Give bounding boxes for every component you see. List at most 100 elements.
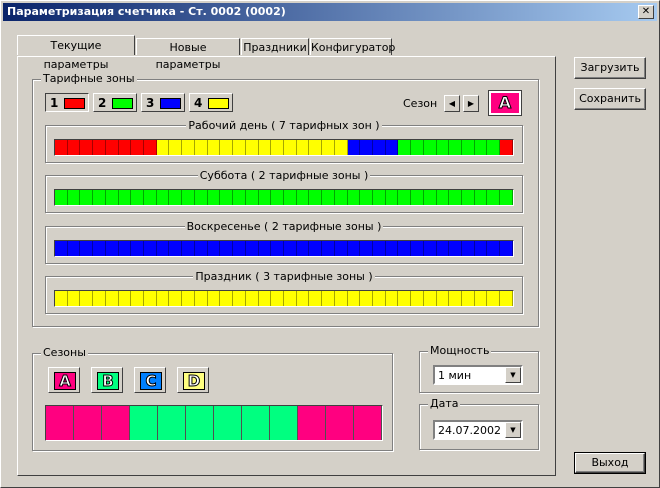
zone-cell[interactable] (80, 140, 94, 155)
zone-cell[interactable] (271, 190, 284, 205)
workday-zone-strip[interactable] (54, 139, 514, 156)
tab-configurator[interactable]: Конфигуратор (310, 38, 395, 55)
zone-cell[interactable] (296, 291, 310, 306)
season-a-button[interactable]: A (48, 367, 80, 393)
zone-cell[interactable] (194, 241, 208, 256)
zone-cell[interactable] (182, 241, 195, 256)
zone-cell[interactable] (474, 241, 488, 256)
season-month-strip[interactable] (45, 405, 383, 441)
zone-cell[interactable] (462, 291, 475, 306)
zone-cell[interactable] (411, 241, 424, 256)
season-prev-button[interactable]: ◀ (444, 95, 460, 112)
season-next-button[interactable]: ▶ (463, 95, 479, 112)
zone-cell[interactable] (423, 190, 437, 205)
zone-cell[interactable] (258, 140, 272, 155)
zone-cell[interactable] (423, 241, 437, 256)
zone-cell[interactable] (67, 190, 81, 205)
zone-cell[interactable] (411, 140, 424, 155)
month-cell[interactable] (214, 406, 242, 440)
zone-cell[interactable] (309, 291, 323, 306)
zone-cell[interactable] (372, 241, 386, 256)
zone-cell[interactable] (118, 291, 132, 306)
zone-cell[interactable] (207, 140, 221, 155)
zone-cell[interactable] (500, 140, 513, 155)
zone-cell[interactable] (207, 291, 221, 306)
zone-cell[interactable] (194, 140, 208, 155)
zone-cell[interactable] (105, 241, 119, 256)
zone-cell[interactable] (233, 241, 246, 256)
month-cell[interactable] (186, 406, 214, 440)
zone-cell[interactable] (156, 241, 170, 256)
zone-cell[interactable] (156, 190, 170, 205)
zone-cell[interactable] (194, 190, 208, 205)
month-cell[interactable] (270, 406, 298, 440)
zone-cell[interactable] (398, 241, 412, 256)
zone-cell[interactable] (245, 241, 259, 256)
tab-new-params[interactable]: Новые параметры (136, 38, 240, 71)
zone-cell[interactable] (474, 140, 488, 155)
zone-cell[interactable] (334, 190, 348, 205)
zone-cell[interactable] (500, 291, 513, 306)
zone-cell[interactable] (169, 291, 183, 306)
zone-4-button[interactable]: 4 (189, 93, 233, 112)
zone-cell[interactable] (449, 140, 462, 155)
zone-cell[interactable] (360, 291, 373, 306)
zone-cell[interactable] (360, 190, 373, 205)
month-cell[interactable] (158, 406, 186, 440)
zone-cell[interactable] (258, 241, 272, 256)
close-button[interactable]: ✕ (638, 5, 654, 19)
zone-cell[interactable] (233, 140, 246, 155)
zone-cell[interactable] (462, 241, 475, 256)
zone-cell[interactable] (296, 140, 310, 155)
zone-cell[interactable] (271, 291, 284, 306)
zone-cell[interactable] (245, 140, 259, 155)
tab-holidays[interactable]: Праздники (241, 38, 309, 55)
sunday-zone-strip[interactable] (54, 240, 514, 257)
zone-cell[interactable] (207, 241, 221, 256)
zone-cell[interactable] (283, 241, 297, 256)
zone-cell[interactable] (360, 241, 373, 256)
zone-cell[interactable] (80, 291, 94, 306)
zone-cell[interactable] (474, 291, 488, 306)
zone-cell[interactable] (347, 241, 361, 256)
zone-cell[interactable] (398, 190, 412, 205)
zone-cell[interactable] (500, 190, 513, 205)
zone-cell[interactable] (156, 291, 170, 306)
zone-cell[interactable] (360, 140, 373, 155)
month-cell[interactable] (242, 406, 270, 440)
zone-cell[interactable] (436, 140, 450, 155)
zone-cell[interactable] (55, 190, 68, 205)
zone-cell[interactable] (322, 140, 335, 155)
zone-cell[interactable] (271, 241, 284, 256)
zone-cell[interactable] (423, 291, 437, 306)
zone-cell[interactable] (385, 140, 399, 155)
zone-cell[interactable] (105, 291, 119, 306)
zone-cell[interactable] (182, 291, 195, 306)
season-d-button[interactable]: D (177, 367, 209, 393)
zone-cell[interactable] (131, 190, 145, 205)
zone-cell[interactable] (411, 291, 424, 306)
zone-3-button[interactable]: 3 (141, 93, 185, 112)
zone-cell[interactable] (118, 140, 132, 155)
tab-current-params[interactable]: Текущие параметры (17, 35, 135, 71)
holiday-zone-strip[interactable] (54, 290, 514, 307)
zone-cell[interactable] (169, 140, 183, 155)
season-c-button[interactable]: C (134, 367, 166, 393)
zone-cell[interactable] (385, 291, 399, 306)
zone-cell[interactable] (93, 241, 106, 256)
zone-cell[interactable] (194, 291, 208, 306)
month-cell[interactable] (46, 406, 74, 440)
zone-cell[interactable] (322, 241, 335, 256)
zone-cell[interactable] (220, 190, 234, 205)
month-cell[interactable] (130, 406, 158, 440)
zone-cell[interactable] (156, 140, 170, 155)
zone-cell[interactable] (487, 241, 501, 256)
zone-cell[interactable] (118, 241, 132, 256)
zone-cell[interactable] (385, 241, 399, 256)
zone-cell[interactable] (55, 291, 68, 306)
month-cell[interactable] (74, 406, 102, 440)
zone-cell[interactable] (322, 291, 335, 306)
zone-cell[interactable] (372, 291, 386, 306)
zone-cell[interactable] (271, 140, 284, 155)
zone-cell[interactable] (436, 241, 450, 256)
